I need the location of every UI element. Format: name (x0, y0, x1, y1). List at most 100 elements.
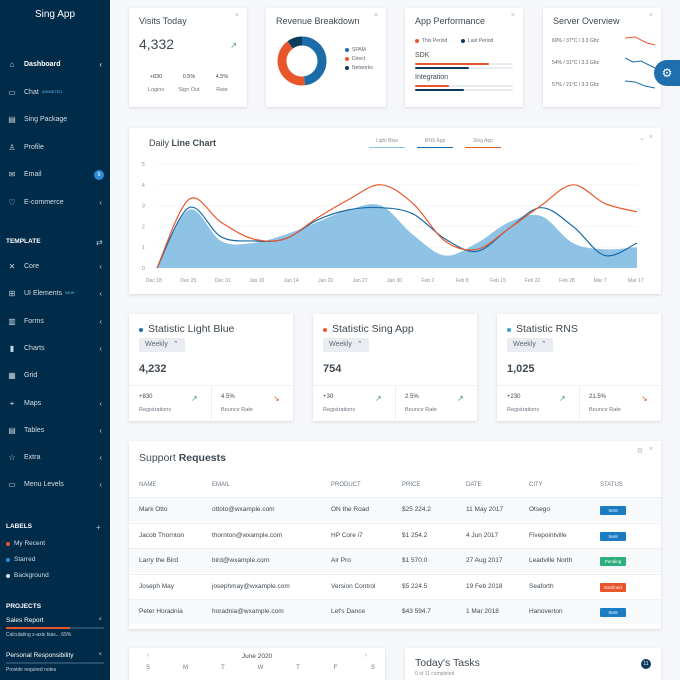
sidebar-item-chat[interactable]: ▭ Chat ANIMATED (0, 84, 110, 102)
divider (579, 385, 580, 421)
table-settings-icon[interactable]: ⚙ (637, 447, 643, 455)
table-cell: josephmay@wxample.com (212, 582, 290, 590)
sidebar-item-forms[interactable]: ▥ Forms ‹ (0, 313, 110, 331)
table-cell: Seaforth (529, 582, 554, 590)
metric-value: +230 (507, 394, 521, 400)
support-title-bold: Requests (178, 452, 226, 464)
settings-gear-icon[interactable]: ⚙ (654, 60, 680, 86)
column-header[interactable]: PRICE (402, 482, 420, 488)
sidebar-item-menu-levels[interactable]: ▭ Menu Levels ‹ (0, 476, 110, 494)
close-icon[interactable]: × (98, 617, 102, 623)
metric-label: Bounce Rate (221, 407, 253, 413)
statistic-card: Statistic RNS Weekly ⌃ 1,025 +230 Registratio… (497, 314, 661, 421)
chat-icon: ▭ (8, 87, 16, 97)
table-row[interactable] (129, 497, 661, 522)
sidebar-item-email[interactable]: ✉ Email 9 (0, 166, 110, 184)
project-subtitle: Provide required notes (6, 667, 57, 673)
weekday-label: M (183, 665, 188, 671)
close-icon[interactable]: × (649, 12, 653, 19)
trend-arrow-icon: ↗ (457, 394, 464, 403)
add-label-icon[interactable]: + (96, 523, 101, 532)
calendar-month: June 2020 (241, 653, 273, 660)
x-tick-label: Mar 7 (594, 278, 607, 284)
sidebar-item-ui-elements[interactable]: ⊞ UI Elements NEW ‹ (0, 285, 110, 303)
project-item[interactable]: Personal Responsibility × Provide required… (6, 652, 104, 673)
close-icon[interactable]: × (374, 12, 378, 19)
x-tick-label: Jan 10 (249, 278, 264, 284)
performance-legend-item: This Period (415, 38, 447, 44)
chart-series-tab[interactable]: Light Blue (369, 138, 405, 148)
sidebar-item-dashboard[interactable]: ⌂ Dashboard ‹ (0, 56, 110, 74)
template-toggle-icon[interactable]: ⇄ (96, 238, 103, 247)
sidebar-item-label: Chat ANIMATED (24, 88, 63, 96)
metric-label: Bounce Rate (405, 407, 437, 413)
label-dot (6, 541, 10, 546)
performance-this-bar (415, 85, 450, 87)
close-icon[interactable]: × (98, 652, 102, 658)
column-header[interactable]: CITY (529, 482, 543, 488)
close-icon[interactable]: × (511, 12, 515, 19)
projects-heading: PROJECTS (6, 603, 42, 610)
column-header[interactable]: STATUS (600, 482, 623, 488)
metric-value: +830 (139, 394, 153, 400)
chevron-left-icon: ‹ (99, 480, 102, 490)
period-dropdown[interactable]: Weekly ⌃ (139, 338, 185, 352)
sidebar-item-charts[interactable]: ▮ Charts ‹ (0, 340, 110, 358)
sidebar-item-extra[interactable]: ☆ Extra ‹ (0, 449, 110, 467)
table-row[interactable] (129, 522, 661, 548)
divider (395, 385, 396, 421)
table-row[interactable] (129, 548, 661, 573)
chevron-left-icon: ‹ (99, 262, 102, 271)
table-row[interactable] (129, 599, 661, 624)
server-row-label: 54% / 31°C / 3.3 Ghz (552, 60, 600, 66)
statistic-dot (139, 328, 143, 332)
period-dropdown[interactable]: Weekly ⌃ (323, 338, 369, 352)
close-icon[interactable]: × (649, 446, 653, 453)
performance-last-bar (415, 89, 464, 91)
chart-series-tab[interactable]: Sing App (465, 138, 501, 148)
ui-elements-icon: ⊞ (8, 289, 16, 299)
chevron-left-icon: ‹ (99, 289, 102, 299)
visits-title: Visits Today (139, 16, 187, 26)
column-header[interactable]: PRODUCT (331, 482, 361, 488)
column-header[interactable]: NAME (139, 482, 156, 488)
sidebar-item-e-commerce[interactable]: ♡ E-commerce ‹ (0, 194, 110, 212)
performance-last-bar (415, 67, 469, 69)
legend-dot (345, 66, 349, 70)
sidebar-item-maps[interactable]: ⌖ Maps ‹ (0, 395, 110, 413)
table-cell: Fivepointville (529, 531, 567, 539)
table-cell: Jacob Thornton (139, 531, 185, 539)
template-heading-label: TEMPLATE (6, 238, 41, 245)
next-month-icon[interactable]: › (365, 652, 367, 659)
sidebar-item-tables[interactable]: ▤ Tables ‹ (0, 422, 110, 440)
server-row-label: 60% / 37°C / 3.3 Ghz (552, 38, 600, 44)
chevron-left-icon: ‹ (99, 453, 102, 463)
column-header[interactable]: DATE (466, 482, 482, 488)
period-dropdown[interactable]: Weekly ⌃ (507, 338, 553, 352)
table-cell: ON the Road (331, 506, 369, 513)
collapse-icon[interactable]: ⌄ (639, 134, 645, 142)
label-item[interactable]: Background (6, 572, 49, 579)
sidebar-item-label: Email (24, 171, 42, 178)
sidebar-item-core[interactable]: ✕ Core ‹ (0, 258, 110, 276)
label-text: My Recent (14, 540, 46, 547)
sidebar-item-grid[interactable]: ▦ Grid (0, 367, 110, 385)
y-tick-label: 1 (142, 245, 145, 251)
close-icon[interactable]: × (649, 134, 653, 141)
label-item[interactable]: Starred (6, 556, 35, 563)
table-cell: Peter Horadnia (139, 608, 183, 615)
donut-slice (287, 36, 303, 49)
sidebar-item-profile[interactable]: ♙ Profile (0, 139, 110, 157)
label-item[interactable]: My Recent (6, 540, 45, 547)
project-item[interactable]: Sales Report × Calculating x-axis bias... … (6, 617, 104, 638)
column-header[interactable]: EMAIL (212, 482, 230, 488)
table-row[interactable] (129, 573, 661, 599)
revenue-donut (277, 36, 327, 86)
close-icon[interactable]: × (235, 12, 239, 19)
sidebar-item-sing-package[interactable]: ▤ Sing Package (0, 111, 110, 129)
chart-series-tab[interactable]: RNS App (417, 138, 453, 148)
sidebar-item-label: E-commerce (24, 198, 64, 206)
visit-stat-label: Logins (147, 87, 165, 93)
app-logo[interactable]: Sing App (0, 9, 110, 20)
visit-stat-value: 0.5% (182, 74, 196, 80)
